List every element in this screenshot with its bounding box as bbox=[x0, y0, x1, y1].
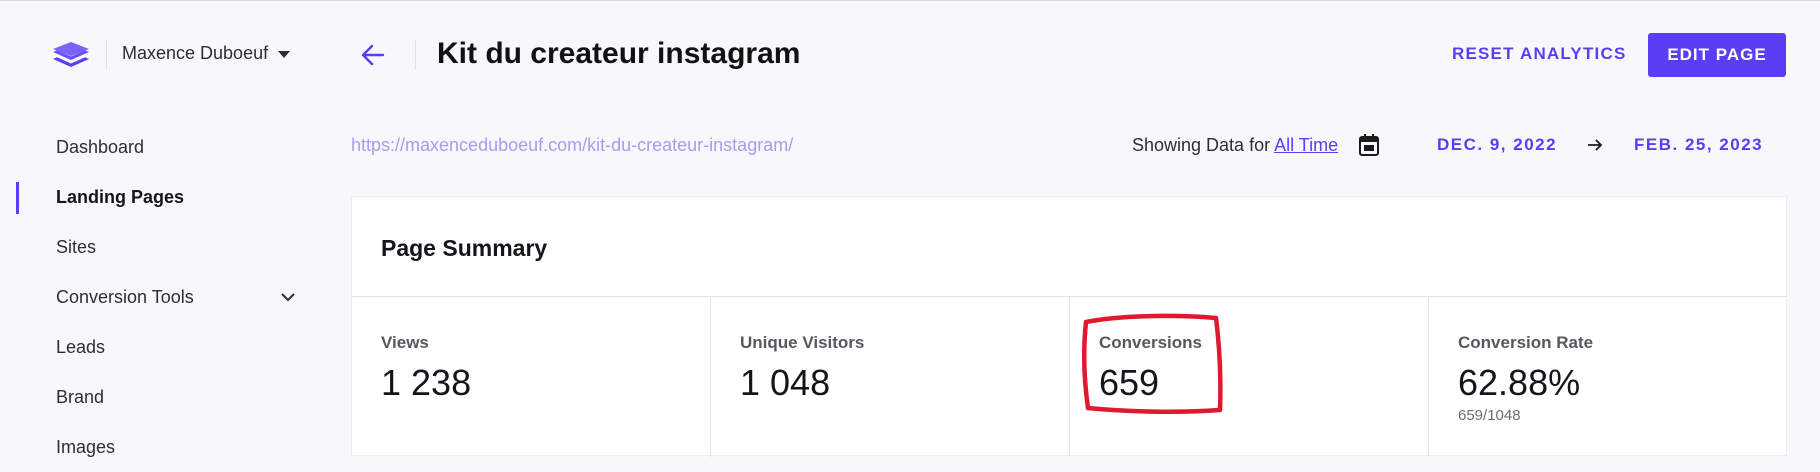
reset-analytics-button[interactable]: RESET ANALYTICS bbox=[1440, 34, 1639, 74]
sidebar-item-label: Sites bbox=[56, 236, 97, 257]
sidebar-item-leads[interactable]: Leads bbox=[0, 322, 310, 372]
showing-data-text: Showing Data for All Time bbox=[1132, 135, 1338, 156]
arrow-left-icon[interactable] bbox=[358, 40, 388, 70]
showing-data-prefix: Showing Data for bbox=[1132, 135, 1271, 155]
sidebar-item-label: Conversion Tools bbox=[56, 286, 194, 307]
stat-views: Views 1 238 bbox=[352, 297, 711, 457]
sidebar-item-images[interactable]: Images bbox=[0, 422, 310, 472]
edit-page-button[interactable]: EDIT PAGE bbox=[1648, 33, 1786, 77]
highlight-annotation bbox=[1082, 313, 1223, 414]
header-divider bbox=[106, 40, 107, 70]
date-range-link[interactable]: All Time bbox=[1274, 135, 1338, 155]
account-name: Maxence Duboeuf bbox=[122, 43, 269, 63]
page-url-link[interactable]: https://maxenceduboeuf.com/kit-du-create… bbox=[351, 135, 793, 156]
stat-value: 1 238 bbox=[381, 362, 472, 403]
chevron-down-icon[interactable] bbox=[280, 289, 296, 305]
sidebar-item-label: Dashboard bbox=[56, 136, 145, 157]
page-summary-card: Page Summary Views 1 238 Unique Visitors… bbox=[351, 196, 1787, 457]
stacked-layers-icon[interactable] bbox=[50, 38, 92, 76]
title-divider bbox=[415, 40, 416, 70]
calendar-icon[interactable] bbox=[1358, 133, 1380, 157]
stat-unique-visitors: Unique Visitors 1 048 bbox=[710, 297, 1069, 457]
sidebar-item-brand[interactable]: Brand bbox=[0, 372, 310, 422]
account-switcher[interactable]: Maxence Duboeuf bbox=[122, 43, 291, 64]
sidebar-item-dashboard[interactable]: Dashboard bbox=[0, 122, 310, 172]
stat-value: 1 048 bbox=[740, 362, 831, 403]
page-summary-title: Page Summary bbox=[381, 235, 548, 261]
arrow-right-icon bbox=[1588, 139, 1603, 151]
sidebar-nav: Dashboard Landing Pages Sites Conversion… bbox=[0, 122, 310, 472]
start-date[interactable]: DEC. 9, 2022 bbox=[1437, 135, 1557, 155]
stat-conversion-rate: Conversion Rate 62.88% 659/1048 bbox=[1428, 297, 1787, 457]
sidebar-item-label: Images bbox=[56, 436, 116, 457]
sidebar-item-sites[interactable]: Sites bbox=[0, 222, 310, 272]
stat-label: Views bbox=[381, 333, 429, 352]
stat-value: 62.88% bbox=[1458, 362, 1581, 403]
stat-label: Conversion Rate bbox=[1458, 333, 1594, 352]
stat-label: Unique Visitors bbox=[740, 333, 865, 352]
top-border bbox=[0, 0, 1820, 1]
sidebar-item-label: Leads bbox=[56, 336, 106, 357]
sidebar-item-label: Brand bbox=[56, 386, 105, 407]
page-title: Kit du createur instagram bbox=[437, 37, 801, 70]
sidebar-item-landing-pages[interactable]: Landing Pages bbox=[0, 172, 310, 222]
sidebar-item-label: Landing Pages bbox=[56, 186, 185, 207]
caret-down-icon bbox=[278, 51, 291, 58]
stat-subvalue: 659/1048 bbox=[1458, 407, 1521, 424]
end-date[interactable]: FEB. 25, 2023 bbox=[1634, 135, 1763, 155]
sidebar-item-conversion-tools[interactable]: Conversion Tools bbox=[0, 272, 310, 322]
